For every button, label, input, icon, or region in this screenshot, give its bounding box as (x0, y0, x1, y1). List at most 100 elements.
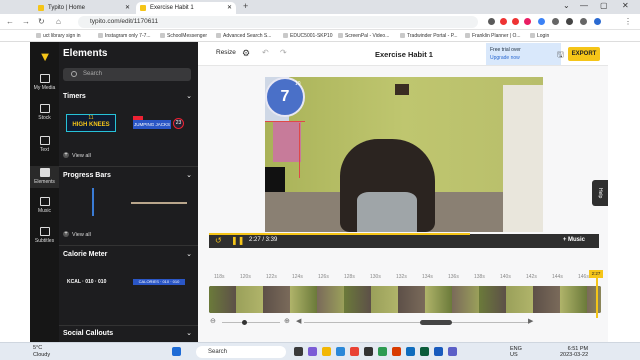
app-icon[interactable] (392, 347, 401, 356)
store-icon[interactable] (364, 347, 373, 356)
undo-button[interactable]: ↶ (262, 48, 269, 57)
save-icon[interactable]: 🖫 (557, 49, 564, 63)
clock[interactable]: 6:51 PM 2023-03-22 (560, 346, 588, 358)
minimize-button[interactable]: — (580, 1, 588, 10)
word-icon[interactable] (434, 347, 443, 356)
bookmark-item[interactable]: ScreenPal - Video... (338, 30, 389, 42)
timer-high-knees[interactable]: 11 HIGH KNEES (66, 114, 116, 132)
home-button[interactable]: ⌂ (56, 17, 61, 26)
redo-button[interactable]: ↷ (280, 48, 287, 57)
bookmark-item[interactable]: Login (530, 30, 549, 42)
app-icon[interactable] (448, 347, 457, 356)
bookmark-item[interactable]: EDUC5001-SKP10 (283, 30, 333, 42)
section-social-callouts-title: Social Callouts (63, 330, 114, 337)
extension-icon[interactable] (524, 18, 531, 25)
browser-menu-icon[interactable]: ⋮ (624, 17, 632, 26)
progress-bar-horizontal[interactable] (131, 202, 187, 204)
close-tab-icon[interactable]: ✕ (227, 2, 232, 14)
tab-typito-home[interactable]: Typito | Home ✕ (34, 2, 134, 14)
nav-subtitles[interactable]: Subtitles (30, 227, 59, 244)
back-button[interactable]: ← (6, 17, 14, 26)
timeline-filmstrip[interactable] (209, 286, 601, 313)
filmstrip-frame (290, 286, 317, 313)
export-button[interactable]: EXPORT (568, 47, 600, 61)
forward-button[interactable]: → (22, 17, 30, 26)
bookmark-item[interactable]: SchoolMessenger (160, 30, 207, 42)
reload-button[interactable]: ↻ (38, 17, 45, 26)
scroll-left-icon[interactable]: ◀ (296, 317, 301, 325)
typito-favicon-icon (38, 5, 44, 11)
extension-icon[interactable] (580, 18, 587, 25)
timeline-ruler: 118s 120s 122s 124s 126s 128s 130s 132s 134s 136s… (198, 270, 608, 282)
progress-bar-vertical[interactable] (92, 188, 94, 216)
add-music-button[interactable]: + Music (563, 237, 585, 243)
taskbar-search[interactable]: Search (196, 346, 286, 358)
extension-icon[interactable] (538, 18, 545, 25)
resize-button[interactable]: Resize (216, 49, 236, 56)
extension-icon[interactable] (500, 18, 507, 25)
timeline-scrollbar[interactable] (304, 322, 528, 323)
zoom-slider[interactable] (222, 322, 280, 323)
kcal-meter[interactable]: KCAL · 010 · 010 (67, 279, 106, 285)
scroll-right-icon[interactable]: ▶ (528, 317, 533, 325)
tab-search-icon[interactable]: ⌄ (563, 1, 570, 10)
close-window-button[interactable]: ✕ (622, 1, 629, 10)
bookmark-item[interactable]: uct library sign in (36, 30, 81, 42)
tab-exercise-habit[interactable]: Exercise Habit 1 ✕ (136, 2, 236, 14)
app-icon[interactable] (406, 347, 415, 356)
restart-icon[interactable]: ↺ (215, 236, 222, 245)
language-indicator[interactable]: ENG US (510, 346, 522, 358)
bookmark-item[interactable]: Tradwinder Portal - P... (400, 30, 458, 42)
timeline-scroll-thumb[interactable] (420, 320, 452, 325)
calories-bar[interactable]: CALORIES · 010 · 010 (133, 279, 185, 285)
gear-icon[interactable]: ⚙ (242, 48, 250, 59)
nav-elements[interactable]: Elements (30, 166, 59, 188)
extension-icon[interactable] (512, 18, 519, 25)
extension-icon[interactable] (566, 18, 573, 25)
zoom-in-icon[interactable]: ⊕ (284, 317, 290, 325)
maximize-button[interactable]: ▢ (600, 1, 608, 10)
teams-icon[interactable] (308, 347, 317, 356)
help-tab[interactable]: Help (592, 180, 608, 206)
extension-icon[interactable] (552, 18, 559, 25)
windows-start-icon[interactable] (172, 347, 181, 356)
app-icon[interactable] (378, 347, 387, 356)
new-tab-button[interactable]: + (243, 1, 248, 11)
typito-logo[interactable]: ▼ (38, 50, 52, 64)
bookmark-item[interactable]: Instagram only 7-7... (98, 30, 151, 42)
edge-icon[interactable] (336, 347, 345, 356)
timer-jumping-jacks[interactable]: JUMPING JACKS (133, 120, 171, 129)
pause-icon[interactable]: ❚❚ (231, 236, 244, 245)
bookmark-item[interactable]: Advanced Search S... (216, 30, 271, 42)
app-icon[interactable] (420, 347, 429, 356)
video-preview[interactable]: 7 10 (265, 77, 543, 232)
nav-stock[interactable]: Stock (30, 104, 59, 121)
chevron-down-icon[interactable]: ⌄ (186, 250, 192, 258)
chevron-down-icon[interactable]: ⌄ (186, 171, 192, 179)
playback-progress[interactable] (209, 233, 471, 235)
url-field[interactable]: typito.com/edit/1170611 (78, 16, 478, 28)
chevron-down-icon[interactable]: ⌄ (186, 329, 192, 337)
upgrade-link[interactable]: Upgrade now (490, 54, 557, 62)
zoom-slider-knob[interactable] (242, 320, 247, 325)
search-input[interactable]: Search (63, 68, 191, 81)
extension-icon[interactable] (488, 18, 495, 25)
view-all-timers[interactable]: View all (63, 152, 91, 159)
profile-avatar[interactable] (594, 18, 601, 25)
nav-text[interactable]: Text (30, 136, 59, 153)
chevron-down-icon[interactable]: ⌄ (186, 92, 192, 100)
task-view-icon[interactable] (294, 347, 303, 356)
project-title[interactable]: Exercise Habit 1 (375, 50, 433, 59)
weather-widget[interactable]: 5°C Cloudy (33, 345, 50, 359)
bookmark-item[interactable]: Franklin Planner | O... (465, 30, 521, 42)
close-tab-icon[interactable]: ✕ (125, 2, 130, 14)
nav-music[interactable]: Music (30, 197, 59, 214)
timer-circle[interactable]: 23 (173, 118, 184, 129)
playhead-time[interactable]: 2:27 (589, 270, 603, 278)
playhead-line[interactable] (596, 278, 598, 318)
file-explorer-icon[interactable] (322, 347, 331, 356)
chrome-icon[interactable] (350, 347, 359, 356)
nav-my-media[interactable]: My Media (30, 74, 59, 91)
view-all-progress-bars[interactable]: View all (63, 231, 91, 238)
zoom-out-icon[interactable]: ⊖ (210, 317, 216, 325)
